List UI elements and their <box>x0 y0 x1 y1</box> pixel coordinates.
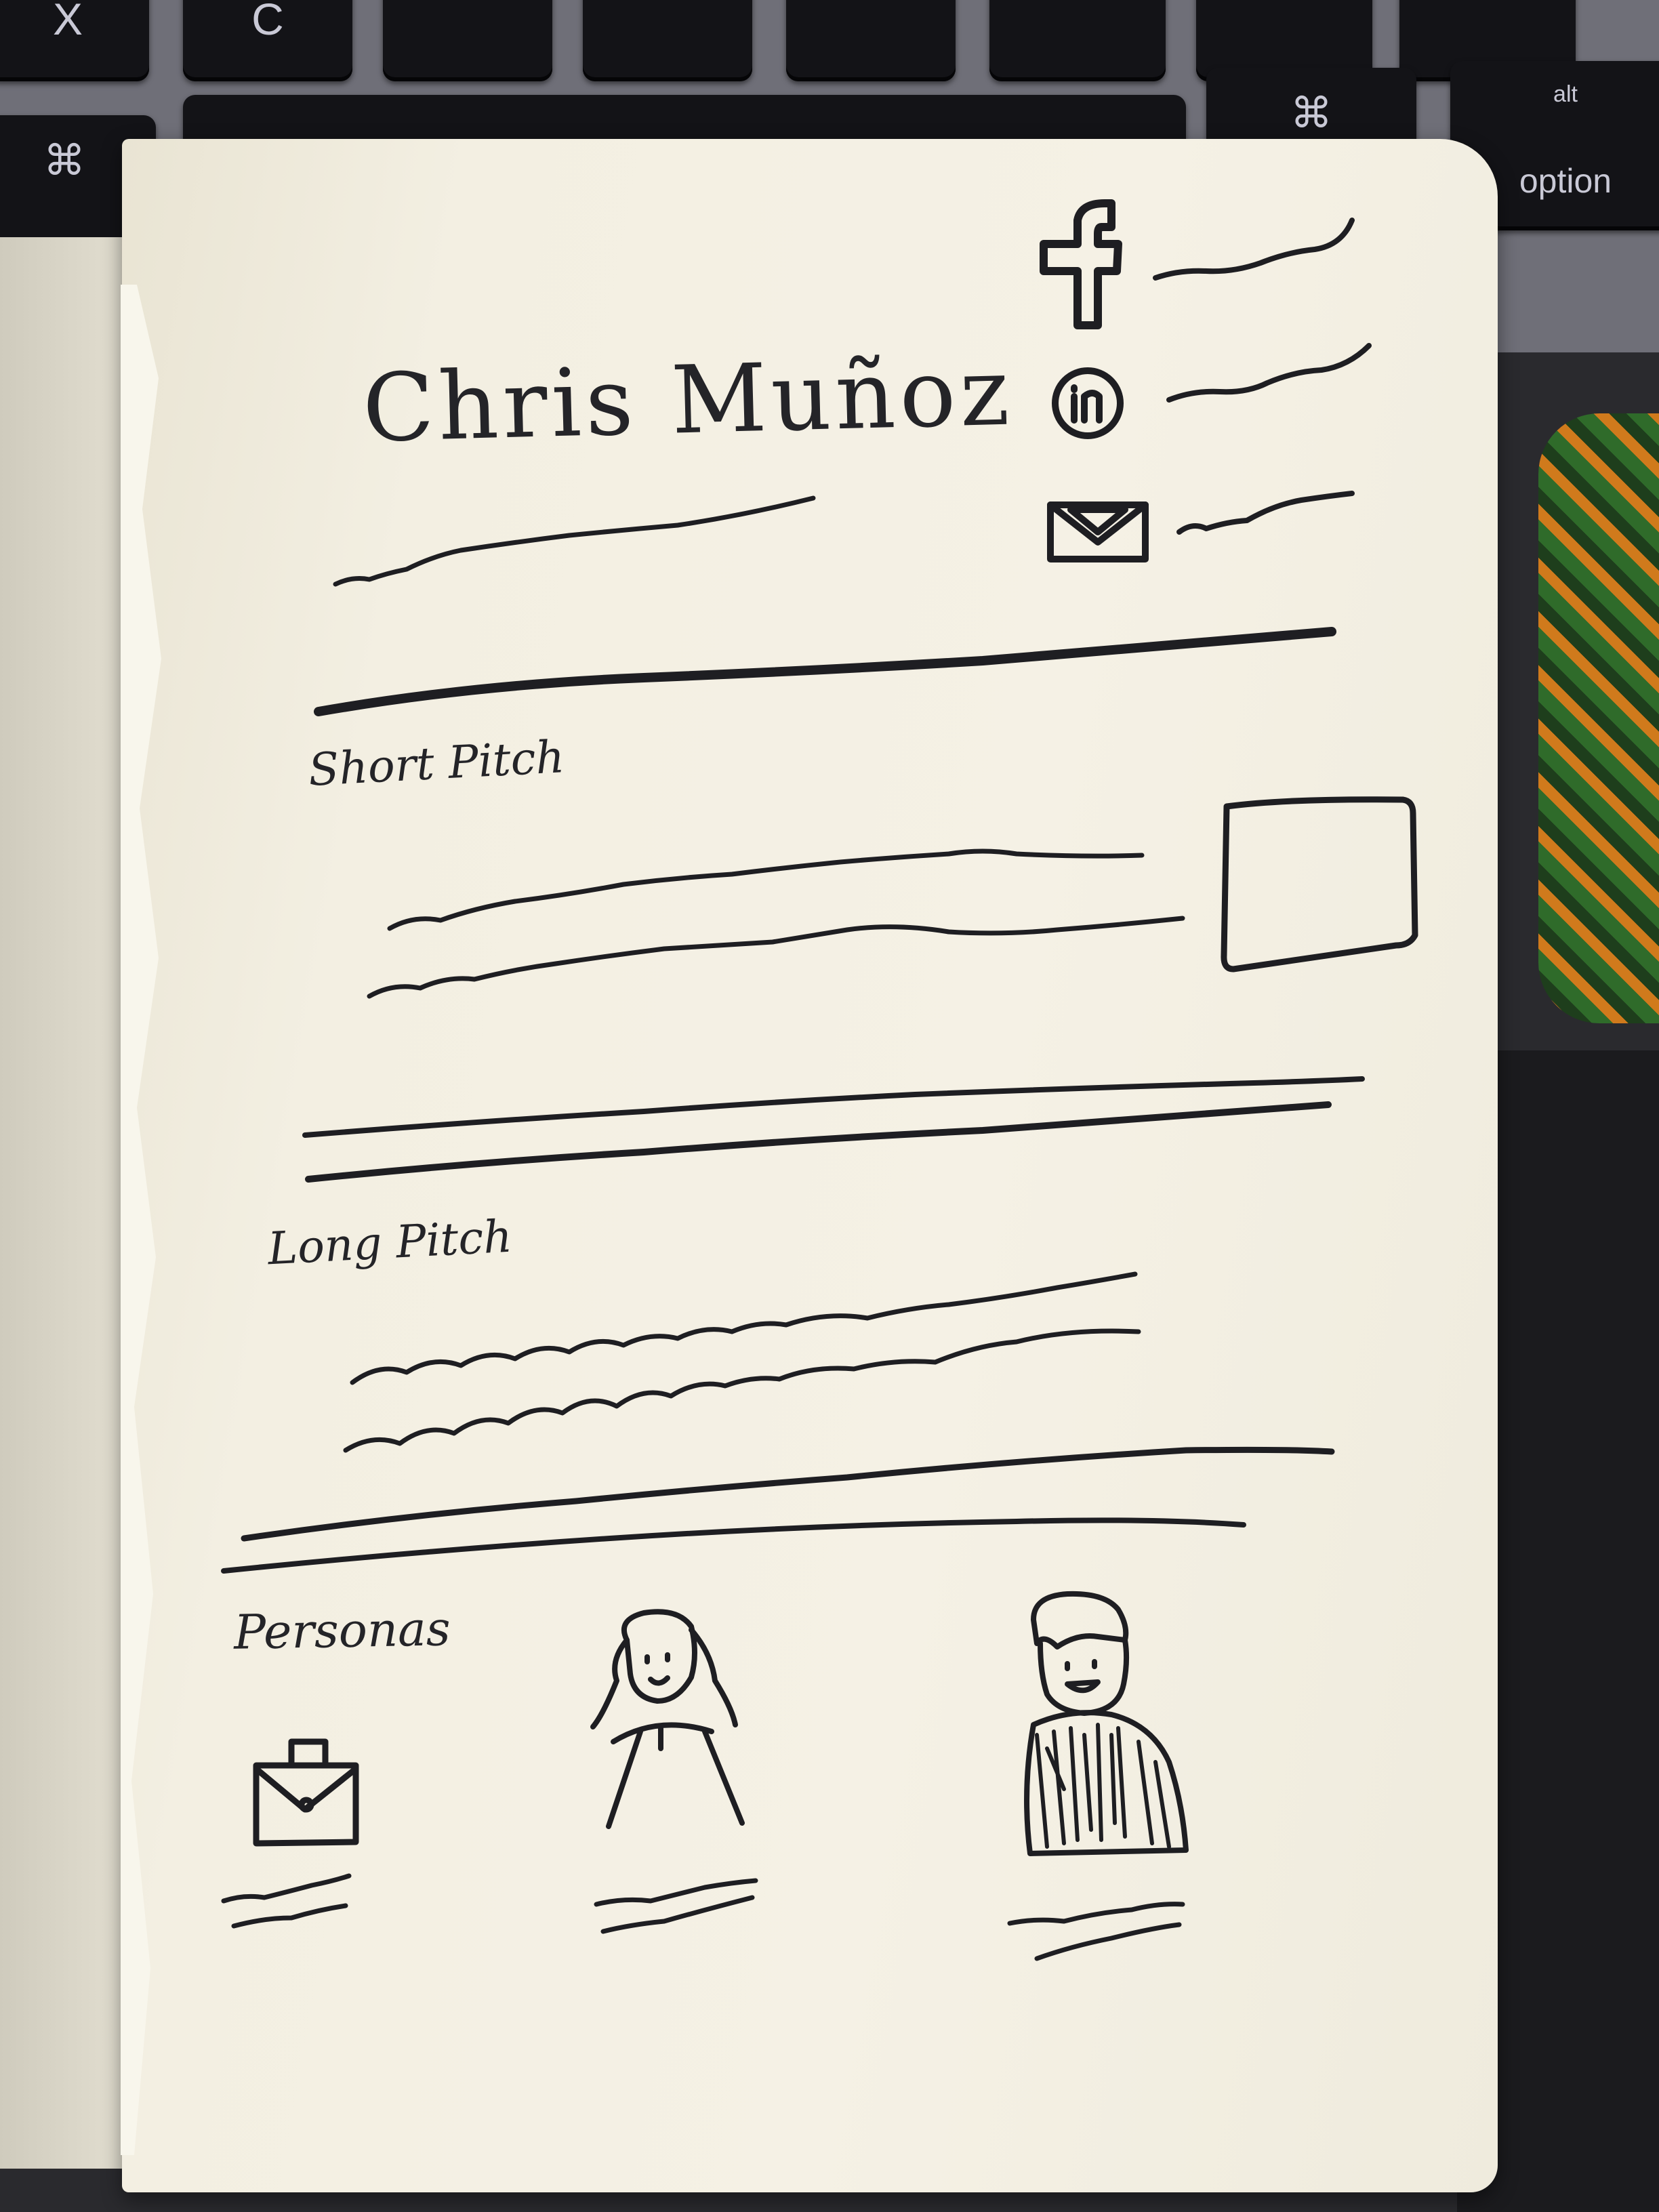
key-c: C <box>183 0 352 81</box>
key-b <box>583 0 752 81</box>
key-m <box>989 0 1166 81</box>
key-n <box>786 0 956 81</box>
fabric-object <box>1538 413 1659 1023</box>
personas-heading: Personas <box>233 1601 451 1660</box>
profile-name: Chris Muñoz <box>361 337 1015 464</box>
key-x: X <box>0 0 149 81</box>
key-v <box>383 0 552 81</box>
